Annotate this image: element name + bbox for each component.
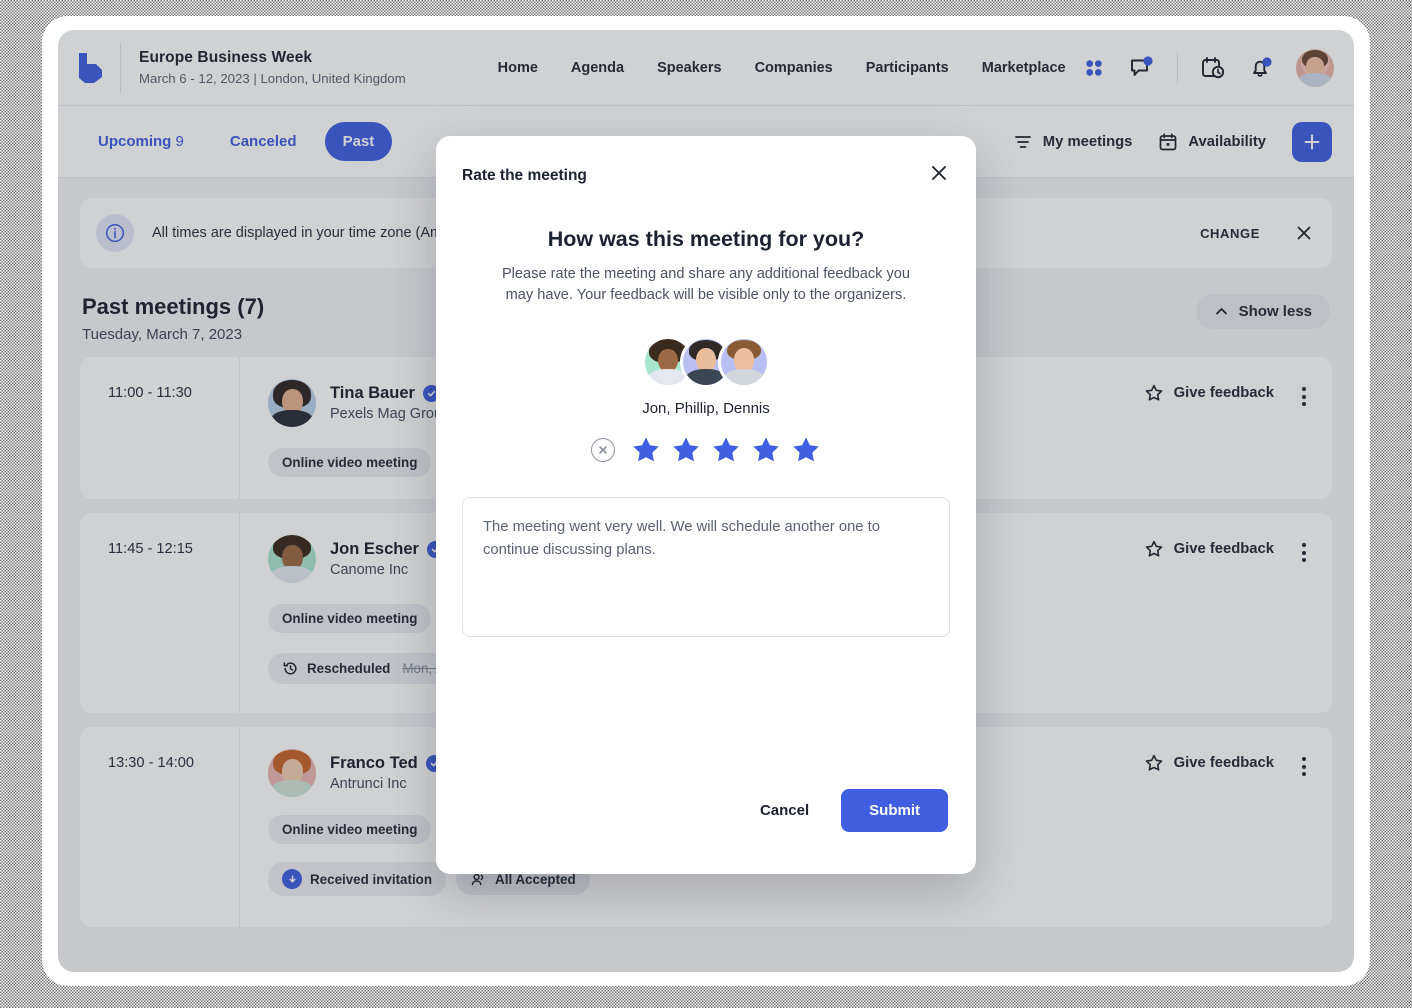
star-rating [466, 435, 946, 465]
screenshot-stage: Europe Business Week March 6 - 12, 2023 … [0, 0, 1412, 1008]
star-4-icon[interactable] [751, 435, 781, 465]
modal-header: Rate the meeting [436, 136, 976, 189]
participant-avatar-stack [466, 336, 946, 389]
modal-description: Please rate the meeting and share any ad… [501, 266, 911, 304]
star-2-icon[interactable] [671, 435, 701, 465]
participant-names: Jon, Phillip, Dennis [642, 400, 770, 418]
modal-close-button[interactable] [928, 162, 950, 189]
cancel-button[interactable]: Cancel [742, 790, 827, 831]
avatar [718, 336, 770, 389]
close-icon [932, 166, 946, 180]
modal-footer: Cancel Submit [436, 789, 976, 874]
star-3-icon[interactable] [711, 435, 741, 465]
star-5-icon[interactable] [791, 435, 821, 465]
feedback-textarea[interactable] [462, 497, 950, 638]
star-1-icon[interactable] [631, 435, 661, 465]
modal-title: How was this meeting for you? [547, 227, 865, 251]
modal-body: How was this meeting for you? Please rat… [436, 189, 976, 465]
submit-button[interactable]: Submit [841, 789, 948, 832]
clear-rating-icon[interactable] [591, 438, 615, 463]
modal-header-title: Rate the meeting [462, 166, 587, 184]
rate-meeting-modal: Rate the meeting How was this meeting fo… [436, 136, 976, 874]
